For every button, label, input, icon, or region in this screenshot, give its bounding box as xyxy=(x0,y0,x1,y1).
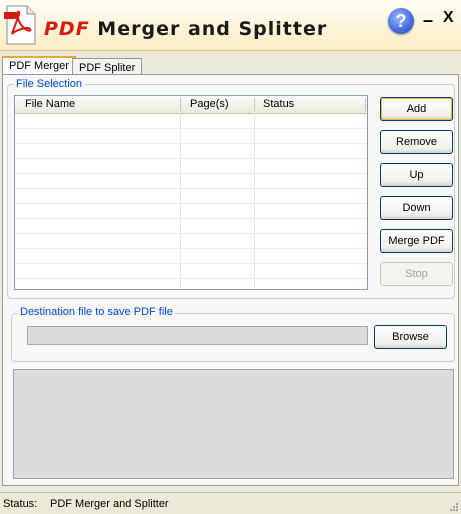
list-row xyxy=(15,174,367,189)
destination-path-field[interactable] xyxy=(27,326,368,345)
list-row xyxy=(15,189,367,204)
status-text: PDF Merger and Splitter xyxy=(50,498,169,510)
pdf-app-icon xyxy=(4,5,36,45)
list-row xyxy=(15,219,367,234)
column-separator[interactable] xyxy=(180,98,181,111)
column-separator xyxy=(365,98,366,111)
list-row xyxy=(15,159,367,174)
app-title-pdf: PDF xyxy=(44,18,90,40)
column-pages[interactable]: Page(s) xyxy=(190,98,229,110)
column-separator[interactable] xyxy=(254,98,255,111)
log-panel xyxy=(13,369,454,479)
list-row xyxy=(15,249,367,264)
title-bar: PDF Merger and Splitter ? – X xyxy=(0,0,461,51)
up-button[interactable]: Up xyxy=(380,163,453,187)
status-label: Status: xyxy=(3,498,38,510)
tab-pdf-merger[interactable]: PDF Merger xyxy=(2,56,76,76)
resize-grip-icon[interactable] xyxy=(449,502,459,512)
down-button[interactable]: Down xyxy=(380,196,453,220)
stop-button: Stop xyxy=(380,262,453,286)
remove-button[interactable]: Remove xyxy=(380,130,453,154)
file-selection-legend: File Selection xyxy=(14,78,85,90)
help-button[interactable]: ? xyxy=(388,8,414,34)
list-row xyxy=(15,114,367,129)
list-row xyxy=(15,264,367,279)
merge-pdf-button[interactable]: Merge PDF xyxy=(380,229,453,253)
column-status[interactable]: Status xyxy=(263,98,294,110)
file-list-header: File Name Page(s) Status xyxy=(15,96,367,114)
add-button[interactable]: Add xyxy=(380,97,453,121)
close-button[interactable]: X xyxy=(443,9,454,27)
app-title-rest: Merger and Splitter xyxy=(89,18,328,40)
destination-legend: Destination file to save PDF file xyxy=(18,306,175,318)
list-row xyxy=(15,129,367,144)
status-bar: Status: PDF Merger and Splitter xyxy=(0,492,461,514)
list-row xyxy=(15,144,367,159)
browse-button[interactable]: Browse xyxy=(374,325,447,349)
list-row xyxy=(15,204,367,219)
minimize-button[interactable]: – xyxy=(423,10,433,31)
list-row xyxy=(15,234,367,249)
file-list[interactable]: File Name Page(s) Status xyxy=(14,95,368,290)
column-file-name[interactable]: File Name xyxy=(25,98,75,110)
app-title: PDF Merger and Splitter xyxy=(44,18,327,40)
list-row xyxy=(15,279,367,289)
